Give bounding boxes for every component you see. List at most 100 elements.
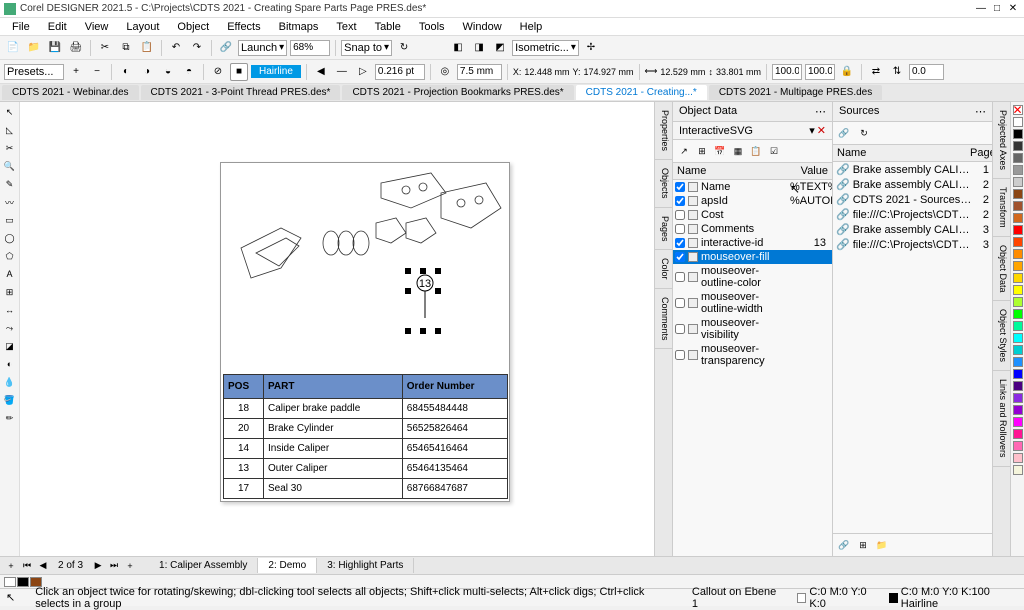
- objdata-row[interactable]: Comments: [673, 222, 832, 236]
- od-icon6[interactable]: ☑: [766, 143, 782, 159]
- color-swatch[interactable]: [1013, 333, 1023, 343]
- shape-tool-icon[interactable]: ◺: [2, 122, 18, 138]
- copy-icon[interactable]: ⧉: [117, 39, 135, 57]
- menu-window[interactable]: Window: [455, 20, 510, 34]
- palette-white[interactable]: [4, 577, 16, 587]
- color-swatch[interactable]: [1013, 321, 1023, 331]
- callout1-icon[interactable]: ◐: [117, 63, 135, 81]
- close-button[interactable]: ✕: [1006, 3, 1020, 15]
- next-page-icon[interactable]: ▶: [91, 559, 105, 573]
- color-swatch[interactable]: [1013, 381, 1023, 391]
- docker-tab[interactable]: Objects: [655, 160, 672, 208]
- maximize-button[interactable]: □: [990, 3, 1004, 15]
- color-swatch[interactable]: [1013, 429, 1023, 439]
- menu-bitmaps[interactable]: Bitmaps: [271, 20, 327, 34]
- objdata-row[interactable]: mouseover-outline-width: [673, 290, 832, 316]
- menu-tools[interactable]: Tools: [411, 20, 453, 34]
- docker-tab[interactable]: Pages: [655, 208, 672, 251]
- docker-tab[interactable]: Color: [655, 250, 672, 289]
- table-row[interactable]: 14Inside Caliper65465416464: [224, 439, 508, 459]
- arrow-end-icon[interactable]: ▷: [354, 63, 372, 81]
- od-icon2[interactable]: ⊞: [694, 143, 710, 159]
- src-refresh-icon[interactable]: ↻: [856, 125, 872, 141]
- halo-width-input[interactable]: [457, 64, 502, 80]
- color-swatch[interactable]: [1013, 189, 1023, 199]
- color-swatch[interactable]: [1013, 141, 1023, 151]
- dropshadow-tool-icon[interactable]: ◪: [2, 338, 18, 354]
- color-swatch[interactable]: [1013, 165, 1023, 175]
- table-row[interactable]: 18Caliper brake paddle68455484448: [224, 399, 508, 419]
- table-tool-icon[interactable]: ⊞: [2, 284, 18, 300]
- sources-menu-icon[interactable]: ⋯: [975, 105, 986, 118]
- callout4-icon[interactable]: ◓: [180, 63, 198, 81]
- projection-combo[interactable]: Isometric... ▾: [512, 40, 579, 56]
- objdata-row[interactable]: interactive-id13: [673, 236, 832, 250]
- lock-ratio-icon[interactable]: 🔒: [838, 63, 856, 81]
- ellipse-tool-icon[interactable]: ◯: [2, 230, 18, 246]
- objdata-row[interactable]: mouseover-visibility: [673, 316, 832, 342]
- src-tool3-icon[interactable]: 📁: [874, 537, 890, 553]
- rotation-input[interactable]: [909, 64, 944, 80]
- cut-icon[interactable]: ✂: [96, 39, 114, 57]
- prev-page-icon[interactable]: ◀: [36, 559, 50, 573]
- color-swatch[interactable]: [1013, 297, 1023, 307]
- new-icon[interactable]: 📄: [4, 39, 22, 57]
- menu-edit[interactable]: Edit: [40, 20, 75, 34]
- remove-preset-icon[interactable]: −: [88, 63, 106, 81]
- refresh-icon[interactable]: ↻: [395, 39, 413, 57]
- paste-icon[interactable]: 📋: [138, 39, 156, 57]
- plane-icon[interactable]: ✢: [582, 39, 600, 57]
- pick-tool-icon[interactable]: ↖: [2, 104, 18, 120]
- fill-none-icon[interactable]: ⊘: [209, 63, 227, 81]
- save-icon[interactable]: 💾: [46, 39, 64, 57]
- print-icon[interactable]: 🖨: [67, 39, 85, 57]
- callout3-icon[interactable]: ◒: [159, 63, 177, 81]
- flip-h-icon[interactable]: ⇄: [867, 63, 885, 81]
- no-color-swatch[interactable]: ✕: [1013, 105, 1023, 115]
- docker-tab[interactable]: Object Styles: [993, 301, 1010, 371]
- zoom-input[interactable]: [290, 40, 330, 56]
- od-icon5[interactable]: 📋: [748, 143, 764, 159]
- document-tab[interactable]: CDTS 2021 - Webinar.des: [2, 85, 139, 100]
- first-page-icon[interactable]: ⏮: [20, 559, 34, 573]
- fill-tool-icon[interactable]: 🪣: [2, 392, 18, 408]
- document-tab[interactable]: CDTS 2021 - Multipage PRES.des: [709, 85, 882, 100]
- outline-tool-icon[interactable]: ✏: [2, 410, 18, 426]
- color-swatch[interactable]: [1013, 213, 1023, 223]
- launch-combo[interactable]: Launch ▾: [238, 40, 287, 56]
- menu-help[interactable]: Help: [512, 20, 551, 34]
- fill-solid-icon[interactable]: ■: [230, 63, 248, 81]
- document-tab[interactable]: CDTS 2021 - 3-Point Thread PRES.des*: [141, 85, 341, 100]
- source-row[interactable]: 🔗file:///C:\Projects\CDTS 2021 - Crea...…: [833, 207, 992, 222]
- color-swatch[interactable]: [1013, 357, 1023, 367]
- color-swatch[interactable]: [1013, 273, 1023, 283]
- zoom-tool-icon[interactable]: 🔍: [2, 158, 18, 174]
- docker-tab[interactable]: Comments: [655, 289, 672, 350]
- presets-combo[interactable]: Presets...: [4, 64, 64, 80]
- source-row[interactable]: 🔗file:///C:\Projects\CDTS 2021 - Crea...…: [833, 237, 992, 252]
- menu-text[interactable]: Text: [328, 20, 364, 34]
- docker-dropdown-icon[interactable]: ▾: [809, 124, 815, 137]
- color-swatch[interactable]: [1013, 261, 1023, 271]
- color-swatch[interactable]: [1013, 369, 1023, 379]
- docker-tab[interactable]: Transform: [993, 179, 1010, 237]
- color-swatch[interactable]: [1013, 237, 1023, 247]
- undo-icon[interactable]: ↶: [167, 39, 185, 57]
- rectangle-tool-icon[interactable]: ▭: [2, 212, 18, 228]
- color-swatch[interactable]: [1013, 129, 1023, 139]
- color-swatch[interactable]: [1013, 285, 1023, 295]
- text-tool-icon[interactable]: A: [2, 266, 18, 282]
- color-swatch[interactable]: [1013, 225, 1023, 235]
- od-icon3[interactable]: 📅: [712, 143, 728, 159]
- dimension-tool-icon[interactable]: ↔: [2, 302, 18, 318]
- flip-v-icon[interactable]: ⇅: [888, 63, 906, 81]
- color-swatch[interactable]: [1013, 453, 1023, 463]
- src-tool1-icon[interactable]: 🔗: [836, 537, 852, 553]
- color-swatch[interactable]: [1013, 117, 1023, 127]
- objdata-row[interactable]: mouseover-outline-color: [673, 264, 832, 290]
- callout2-icon[interactable]: ◑: [138, 63, 156, 81]
- table-row[interactable]: 20Brake Cylinder56525826464: [224, 419, 508, 439]
- projection3-icon[interactable]: ◩: [491, 39, 509, 57]
- outline-hairline[interactable]: Hairline: [251, 65, 301, 78]
- page-tab[interactable]: 3: Highlight Parts: [317, 558, 414, 573]
